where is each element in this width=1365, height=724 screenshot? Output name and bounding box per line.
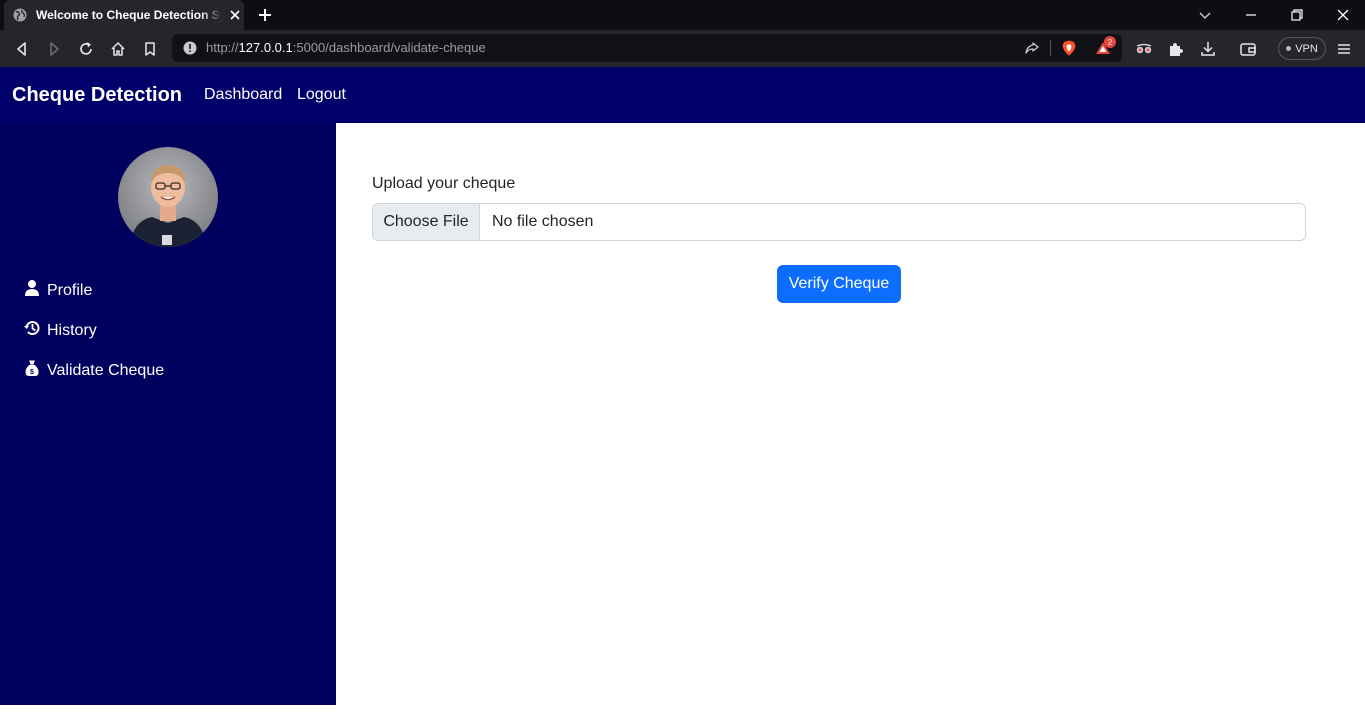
vpn-status-dot xyxy=(1286,46,1292,51)
close-window-icon[interactable] xyxy=(1335,7,1351,23)
cheque-file-input[interactable]: Choose File No file chosen xyxy=(372,203,1306,241)
forward-icon[interactable] xyxy=(45,40,63,58)
svg-text:$: $ xyxy=(30,369,34,376)
rewards-badge: 2 xyxy=(1104,36,1116,48)
address-bar[interactable]: http://127.0.0.1:5000/dashboard/validate… xyxy=(172,34,1122,62)
share-icon[interactable] xyxy=(1023,39,1041,57)
nav-link-dashboard[interactable]: Dashboard xyxy=(204,86,282,104)
page-bottom-strip xyxy=(0,705,1365,724)
url-host: 127.0.0.1 xyxy=(238,40,293,55)
downloads-icon[interactable] xyxy=(1199,40,1217,58)
verify-cheque-button[interactable]: Verify Cheque xyxy=(777,265,901,303)
close-tab-icon[interactable] xyxy=(228,8,242,22)
sidebar-item-history[interactable]: History xyxy=(23,319,97,343)
sidebar: Profile History $ Validate Cheque xyxy=(0,123,336,705)
upload-label: Upload your cheque xyxy=(372,175,516,192)
vpn-label: VPN xyxy=(1295,42,1318,55)
choose-file-button[interactable]: Choose File xyxy=(373,204,480,240)
extension-glasses-icon[interactable] xyxy=(1135,40,1153,58)
url-scheme: http:// xyxy=(206,40,239,55)
vpn-button[interactable]: VPN xyxy=(1278,37,1326,60)
file-status-text: No file chosen xyxy=(492,213,594,230)
back-icon[interactable] xyxy=(13,40,31,58)
menu-icon[interactable] xyxy=(1335,40,1353,58)
url-text: http://127.0.0.1:5000/dashboard/validate… xyxy=(206,40,486,55)
url-path: :5000/dashboard/validate-cheque xyxy=(292,40,486,55)
money-bag-icon: $ xyxy=(25,360,39,376)
sidebar-item-label: Profile xyxy=(47,282,93,299)
browser-tab-bar: Welcome to Cheque Detection System xyxy=(0,0,1365,30)
sidebar-item-label: History xyxy=(47,322,97,339)
home-icon[interactable] xyxy=(109,40,127,58)
sidebar-item-profile[interactable]: Profile xyxy=(23,279,92,303)
brave-shields-icon[interactable] xyxy=(1060,39,1078,57)
wallet-icon[interactable] xyxy=(1239,40,1257,58)
tab-search-chevron-icon[interactable] xyxy=(1197,7,1213,23)
bookmark-icon[interactable] xyxy=(141,40,159,58)
browser-tab[interactable]: Welcome to Cheque Detection System xyxy=(4,0,244,30)
reload-icon[interactable] xyxy=(77,40,95,58)
globe-icon xyxy=(13,8,27,22)
site-info-icon[interactable] xyxy=(183,41,197,55)
history-icon xyxy=(24,321,40,335)
address-divider xyxy=(1050,40,1051,56)
app-navbar: Cheque Detection Dashboard Logout xyxy=(0,67,1365,123)
tab-title: Welcome to Cheque Detection System xyxy=(36,8,222,24)
new-tab-icon[interactable] xyxy=(257,7,273,23)
sidebar-item-label: Validate Cheque xyxy=(47,362,165,379)
person-icon xyxy=(25,280,39,296)
minimize-icon[interactable] xyxy=(1243,7,1259,23)
nav-link-logout[interactable]: Logout xyxy=(297,86,346,104)
avatar xyxy=(118,147,218,247)
extensions-puzzle-icon[interactable] xyxy=(1167,40,1185,58)
main-content: Upload your cheque Choose File No file c… xyxy=(336,123,1365,705)
restore-icon[interactable] xyxy=(1289,7,1305,23)
navbar-brand[interactable]: Cheque Detection xyxy=(12,84,182,107)
browser-toolbar: http://127.0.0.1:5000/dashboard/validate… xyxy=(0,30,1365,67)
sidebar-item-validate-cheque[interactable]: $ Validate Cheque xyxy=(23,359,164,383)
